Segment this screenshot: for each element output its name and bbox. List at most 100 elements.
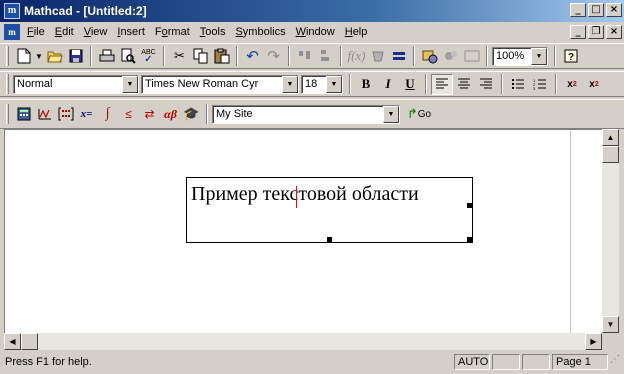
text-region-content[interactable]: Пример текстовой области [191,183,419,206]
align-right-button[interactable] [475,74,497,95]
toolbar-grip[interactable] [6,46,9,66]
maximize-button[interactable]: □ [588,3,604,17]
zoom-select[interactable]: 100% ▼ [492,46,548,66]
scroll-left-icon[interactable]: ◀ [4,333,21,350]
vertical-scroll-thumb[interactable] [602,146,619,163]
menu-file[interactable]: File [22,26,50,38]
go-button[interactable]: ↱ Go [402,104,436,125]
chevron-down-icon[interactable]: ▼ [531,47,547,65]
chevron-down-icon[interactable]: ▼ [326,75,342,93]
redo-icon[interactable]: ↷ [263,46,284,67]
evaluate-icon[interactable] [388,46,409,67]
worksheet[interactable]: Пример текстовой области [4,129,603,334]
new-doc-icon[interactable] [13,46,34,67]
math-toolbar: x= ∫ ≤ ⇄ αβ 🎓 My Site ▼ ↱ Go [0,99,624,129]
copy-icon[interactable] [190,46,211,67]
menu-insert[interactable]: Insert [112,26,150,38]
chevron-down-icon[interactable]: ▼ [122,75,138,93]
boolean-icon[interactable]: ≤ [118,104,139,125]
horizontal-scrollbar[interactable]: ◀ ▶ [4,333,602,350]
title-bar[interactable]: m Mathcad - [Untitled:2] _ □ × [0,0,624,22]
undo-icon[interactable]: ↶ [242,46,263,67]
underline-button[interactable]: U [399,74,421,95]
bullet-list-button[interactable] [507,74,529,95]
font-select[interactable]: Times New Roman Cyr ▼ [141,74,299,94]
component-icon[interactable] [419,46,440,67]
font-size-select[interactable]: 18 ▼ [301,74,343,94]
align-left-button[interactable] [431,73,453,95]
style-select[interactable]: Normal ▼ [13,74,139,94]
zoom-value: 100% [496,49,525,62]
menu-view[interactable]: View [79,26,113,38]
toolbar-grip[interactable] [6,74,9,94]
new-doc-dropdown-icon[interactable]: ▼ [34,46,44,67]
chevron-down-icon[interactable]: ▼ [383,105,399,123]
insert-unit-icon[interactable] [367,46,388,67]
italic-button[interactable]: I [377,74,399,95]
cut-icon[interactable]: ✂ [169,46,190,67]
align-center-button[interactable] [453,74,475,95]
scroll-up-icon[interactable]: ▲ [602,129,619,146]
status-auto-mode: AUTO [454,354,490,370]
greek-icon[interactable]: αβ [160,104,181,125]
matrix-icon[interactable] [55,104,76,125]
align-across-icon[interactable] [294,46,315,67]
menu-tools[interactable]: Tools [195,26,231,38]
menu-window[interactable]: Window [291,26,340,38]
calculus-icon[interactable]: ∫ [97,104,118,125]
calculator-icon[interactable] [13,104,34,125]
print-icon[interactable] [96,46,117,67]
print-preview-icon[interactable] [117,46,138,67]
menu-format[interactable]: Format [150,26,195,38]
status-panel-blank-2 [522,354,550,370]
align-down-icon[interactable] [315,46,336,67]
help-icon[interactable]: ? [560,46,581,67]
resize-handle-corner[interactable] [467,237,472,242]
resize-handle-right[interactable] [467,203,472,208]
symbolic-icon[interactable]: 🎓 [181,104,202,125]
mathcad-app-icon[interactable]: m [4,3,20,19]
doc-minimize-button[interactable]: _ [570,25,586,39]
insert-function-icon[interactable]: f(x) [346,46,367,67]
resize-handle-bottom[interactable] [327,237,332,242]
chevron-down-icon[interactable]: ▼ [282,75,298,93]
go-label: Go [417,108,432,120]
subscript-mark: 2 [594,80,599,88]
standard-toolbar: ▼ ABC ✓ ✂ ↶ ↷ f(x) 100% ▼ ? [0,43,624,69]
subscript-button[interactable]: x2 [583,74,605,95]
close-button[interactable]: × [606,3,622,17]
menu-help[interactable]: Help [340,26,373,38]
scrollbar-corner [602,333,619,350]
menu-edit[interactable]: Edit [50,26,79,38]
save-icon[interactable] [65,46,86,67]
status-panel-blank-1 [492,354,520,370]
text-region[interactable]: Пример текстовой области [186,177,473,243]
font-value: Times New Roman Cyr [145,77,259,90]
resource-select[interactable]: My Site ▼ [212,104,400,124]
bold-button[interactable]: B [355,74,377,95]
superscript-button[interactable]: x2 [561,74,583,95]
vertical-scrollbar[interactable]: ▲ ▼ [602,129,619,333]
doc-close-button[interactable]: × [606,25,622,39]
resources-icon[interactable] [440,46,461,67]
font-size-value: 18 [305,77,318,90]
size-grip-icon[interactable]: ⋰ [610,354,624,370]
numbered-list-button[interactable]: 123 [529,74,551,95]
superscript-mark: 2 [572,80,577,88]
horizontal-scroll-thumb[interactable] [21,333,38,350]
programming-icon[interactable]: ⇄ [139,104,160,125]
math-region-icon[interactable] [461,46,482,67]
open-folder-icon[interactable] [44,46,65,67]
toolbar-grip[interactable] [6,104,9,124]
scroll-down-icon[interactable]: ▼ [602,316,619,333]
spell-check-icon[interactable]: ABC ✓ [138,46,159,67]
page-margin [570,130,603,334]
minimize-button[interactable]: _ [570,3,586,17]
evaluation-icon[interactable]: x= [76,104,97,125]
paste-icon[interactable] [211,46,232,67]
menu-symbolics[interactable]: Symbolics [230,26,290,38]
graph-icon[interactable] [34,104,55,125]
scroll-right-icon[interactable]: ▶ [585,333,602,350]
document-icon[interactable]: m [4,24,20,40]
doc-restore-button[interactable]: ❐ [588,25,604,39]
